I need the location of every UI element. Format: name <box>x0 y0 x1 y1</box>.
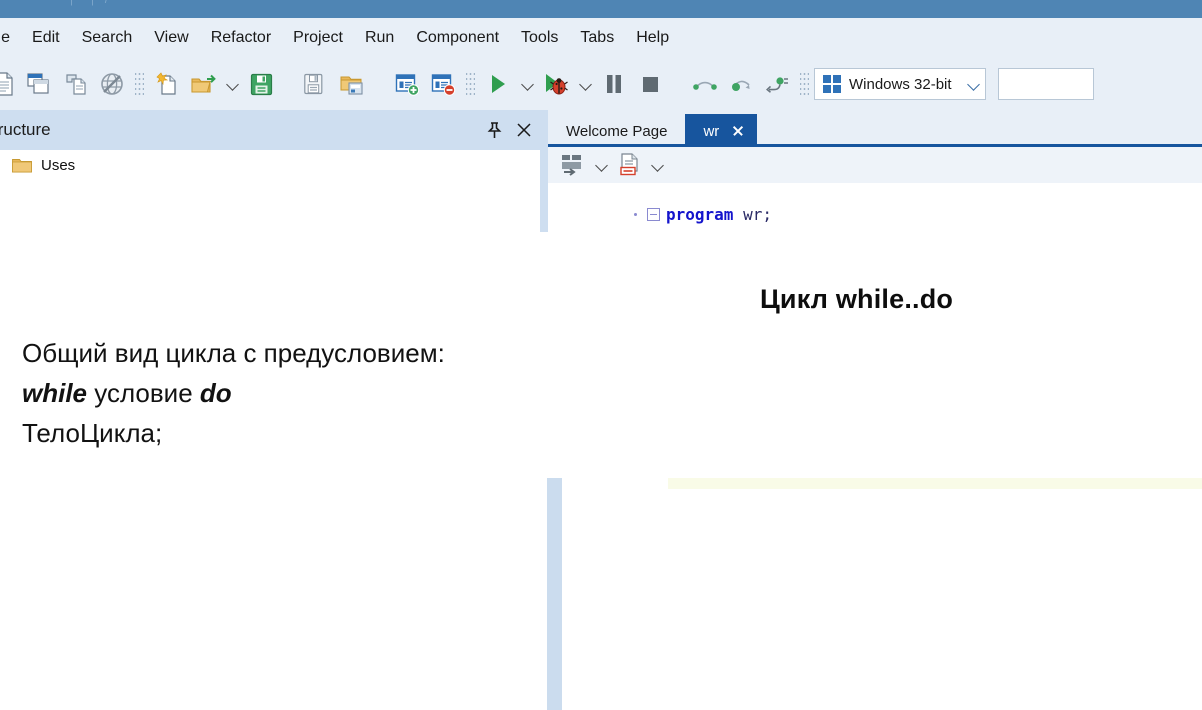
run-icon[interactable] <box>480 64 516 104</box>
menu-run[interactable]: Run <box>354 18 405 58</box>
copy-file-icon[interactable] <box>58 64 94 104</box>
structure-panel-body: Uses <box>0 150 540 232</box>
menu-refactor[interactable]: Refactor <box>200 18 282 58</box>
tab-welcome-page[interactable]: Welcome Page <box>548 114 686 148</box>
menu-edit[interactable]: Edit <box>21 18 71 58</box>
open-folder-icon[interactable] <box>185 64 221 104</box>
code-identifier: wr; <box>733 205 772 224</box>
window-title-bar: | | / <box>0 0 1202 18</box>
platform-combobox[interactable]: Windows 32-bit <box>814 68 986 100</box>
tab-welcome-page-label: Welcome Page <box>566 122 668 140</box>
code-keyword: program <box>666 205 734 224</box>
trace-into-icon[interactable] <box>723 64 759 104</box>
editor-gutter-bar <box>547 478 562 710</box>
slide-line-3: ТелоЦикла; <box>22 418 163 448</box>
new-item-icon[interactable] <box>149 64 185 104</box>
folder-icon <box>12 157 32 173</box>
add-to-project-icon[interactable] <box>389 64 425 104</box>
menu-project[interactable]: Project <box>282 18 354 58</box>
structure-panel-edge <box>540 150 548 232</box>
menu-bar: ile Edit Search View Refactor Project Ru… <box>0 18 1202 58</box>
slide-line-2: while условие do <box>22 373 682 413</box>
close-icon[interactable] <box>516 122 532 138</box>
code-line-clipped: end. <box>623 478 657 485</box>
save-project-icon[interactable] <box>334 64 370 104</box>
menu-help[interactable]: Help <box>625 18 680 58</box>
slide-line-2-middle: условие <box>87 378 200 408</box>
view-unit-dropdown-icon[interactable] <box>646 145 668 185</box>
menu-tools[interactable]: Tools <box>510 18 569 58</box>
editor-highlighted-line <box>668 478 1202 489</box>
ide-screenshot-root: | | / ile Edit Search View Refactor Proj… <box>0 0 1202 710</box>
editor-sub-toolbar <box>548 147 1202 183</box>
run-to-cursor-icon[interactable] <box>759 64 795 104</box>
run-dropdown-icon[interactable] <box>516 64 538 104</box>
save-all-icon[interactable] <box>298 64 334 104</box>
toolbar-separator <box>135 71 144 97</box>
structure-panel-title: tructure <box>0 120 51 139</box>
slide-line-1: Общий вид цикла с предусловием: <box>22 338 445 368</box>
slide-keyword-while: while <box>22 378 88 408</box>
remove-from-project-icon[interactable] <box>425 64 461 104</box>
menu-search[interactable]: Search <box>71 18 144 58</box>
pin-icon[interactable] <box>487 121 502 139</box>
toolbar-separator-4 <box>466 71 475 97</box>
windows-logo-icon <box>823 75 841 93</box>
code-editor-area[interactable]: program wr; <box>548 183 1202 235</box>
tab-close-icon[interactable] <box>731 124 745 138</box>
save-icon[interactable] <box>243 64 279 104</box>
chevron-down-icon[interactable] <box>968 79 979 90</box>
debug-dropdown-icon[interactable] <box>574 64 596 104</box>
new-file-icon[interactable] <box>0 64 22 104</box>
title-bar-clipped-text: | | / <box>70 0 112 6</box>
code-indent-dot <box>634 213 637 216</box>
tab-wr[interactable]: wr <box>685 114 758 148</box>
open-folder-dropdown-icon[interactable] <box>221 64 243 104</box>
slide-title: Цикл while..do <box>760 284 954 314</box>
view-unit-icon[interactable] <box>612 148 646 182</box>
menu-view[interactable]: View <box>143 18 199 58</box>
editor-tab-strip: Welcome Page wr <box>548 110 1202 148</box>
new-window-icon[interactable] <box>22 64 58 104</box>
step-over-icon[interactable] <box>687 64 723 104</box>
code-fold-icon[interactable] <box>647 208 660 221</box>
view-form-dropdown-icon[interactable] <box>590 145 612 185</box>
pause-icon[interactable] <box>596 64 632 104</box>
main-toolbar: Windows 32-bit <box>0 58 1202 110</box>
menu-component[interactable]: Component <box>405 18 510 58</box>
stop-icon[interactable] <box>632 64 668 104</box>
view-form-icon[interactable] <box>556 148 590 182</box>
tab-wr-label: wr <box>703 122 720 140</box>
tree-item-uses[interactable]: Uses <box>0 150 540 180</box>
menu-file[interactable]: ile <box>0 18 21 58</box>
debug-icon[interactable] <box>538 64 574 104</box>
globe-disabled-icon <box>94 64 130 104</box>
toolbar-separator-6 <box>800 71 809 97</box>
structure-panel-header: tructure <box>0 110 548 150</box>
slide-body: Общий вид цикла с предусловием: while ус… <box>22 333 682 453</box>
platform-combobox-label: Windows 32-bit <box>849 75 952 93</box>
code-line-program: program wr; <box>548 205 772 224</box>
secondary-combobox[interactable] <box>997 68 1094 100</box>
menu-tabs[interactable]: Tabs <box>569 18 625 58</box>
slide-keyword-do: do <box>199 378 232 408</box>
tree-item-label: Uses <box>41 156 76 174</box>
